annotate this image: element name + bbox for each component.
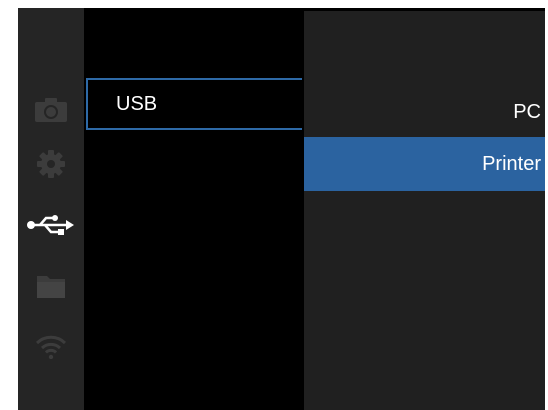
sidebar-item-wifi[interactable] [18, 321, 84, 371]
camera-icon [35, 98, 67, 122]
submenu-option-label: Printer [482, 152, 541, 175]
sidebar [18, 8, 84, 410]
submenu-option-printer[interactable]: Printer [304, 137, 545, 191]
camera-menu-screen: USB PC Printer [18, 8, 545, 410]
sidebar-item-playback[interactable] [18, 261, 84, 311]
wifi-icon [35, 335, 67, 359]
submenu-option-label: PC [513, 100, 541, 123]
sidebar-item-settings[interactable] [18, 139, 84, 189]
menu-column: USB [84, 8, 304, 410]
gear-icon [37, 150, 65, 178]
folder-icon [37, 276, 65, 298]
usb-submenu-panel: PC Printer [304, 11, 545, 410]
menu-item-usb[interactable]: USB [86, 78, 302, 130]
usb-icon [27, 215, 74, 235]
sidebar-item-camera[interactable] [18, 85, 84, 135]
menu-item-label: USB [116, 92, 158, 115]
submenu-option-pc[interactable]: PC [304, 85, 545, 139]
sidebar-item-usb[interactable] [18, 200, 84, 250]
